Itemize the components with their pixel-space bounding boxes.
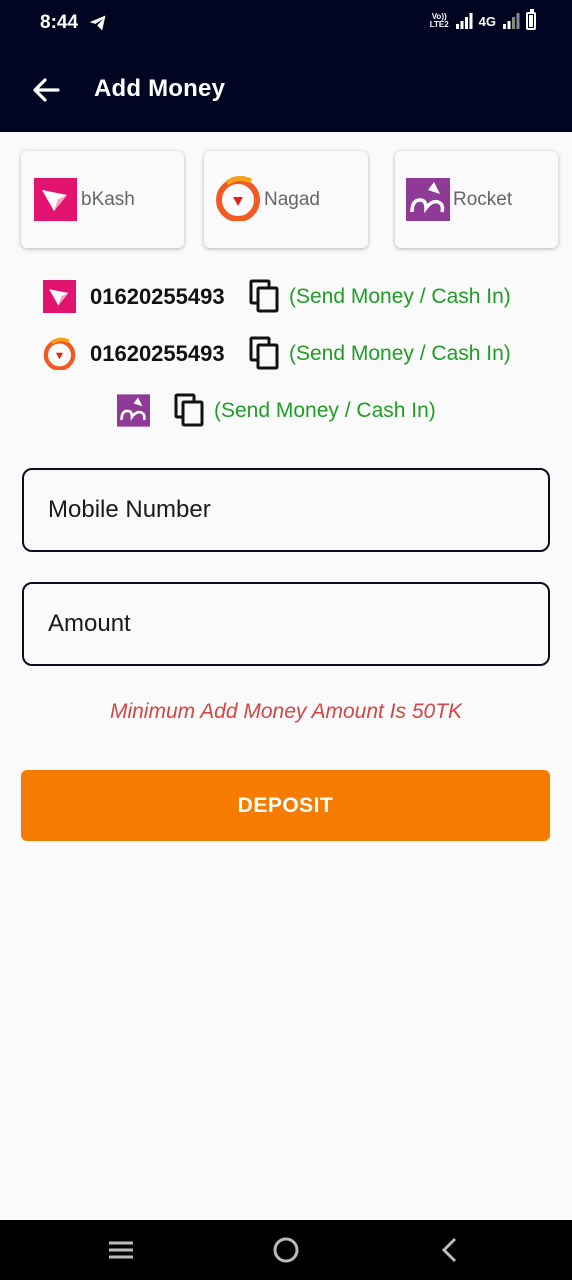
status-icons: Vo)) LTE2 4G [429,9,536,30]
copy-icon[interactable] [173,393,205,427]
rocket-logo-icon [406,178,450,221]
rocket-method-card[interactable]: Rocket [395,151,558,248]
system-nav-bar [0,1220,572,1280]
nagad-number: 01620255493 [90,341,225,366]
copy-icon[interactable] [248,336,280,370]
bkash-number: 01620255493 [90,284,225,309]
bkash-account-row: 01620255493 (Send Money / Cash In) [0,277,572,317]
mobile-number-field[interactable] [22,468,550,552]
nagad-method-card[interactable]: Nagad [204,151,368,248]
app-bar: Add Money [0,48,572,132]
network-type: 4G [478,13,496,29]
home-icon[interactable] [270,1234,302,1266]
bkash-logo-icon [34,178,77,221]
nagad-label: Nagad [264,189,320,210]
nagad-account-row: 01620255493 (Send Money / Cash In) [0,334,572,374]
nagad-logo-icon-small [43,337,76,370]
rocket-label: Rocket [453,189,513,210]
telegram-icon [89,15,106,31]
deposit-button[interactable]: DEPOSIT [21,770,550,841]
status-bar: 8:44 Vo)) LTE2 4G [0,0,572,48]
signal-icon [455,13,473,29]
recent-apps-icon[interactable] [105,1234,137,1266]
copy-icon[interactable] [248,279,280,313]
rocket-logo-icon-small [117,394,150,427]
amount-input[interactable] [48,584,528,664]
signal-icon-secondary [503,13,520,29]
minimum-amount-note: Minimum Add Money Amount Is 50TK [109,700,463,723]
status-time: 8:44 [40,12,79,33]
rocket-account-row: (Send Money / Cash In) [0,391,572,431]
volte-indicator: Vo)) LTE2 [429,12,449,29]
bkash-logo-icon-small [43,280,76,313]
back-arrow-icon[interactable] [28,72,64,108]
back-nav-icon[interactable] [434,1234,466,1266]
battery-icon [526,9,536,30]
bkash-method-card[interactable]: bKash [21,151,184,248]
rocket-send-note: (Send Money / Cash In) [214,399,436,422]
bkash-send-note: (Send Money / Cash In) [289,285,511,308]
mobile-number-input[interactable] [48,470,528,550]
amount-field[interactable] [22,582,550,666]
bkash-label: bKash [81,189,135,210]
page-title: Add Money [94,75,226,102]
nagad-logo-icon [216,175,260,221]
nagad-send-note: (Send Money / Cash In) [289,342,511,365]
